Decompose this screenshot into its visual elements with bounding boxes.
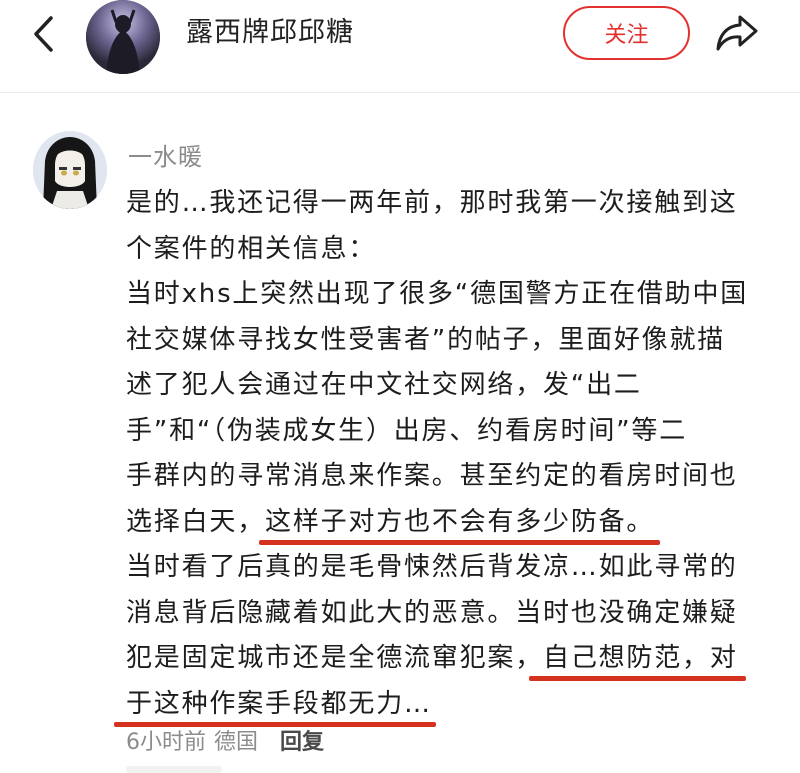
comment-text: 是的…我还记得一两年前，那时我第一次接触到这 个案件的相关信息： 当时xhs上突… <box>126 181 766 727</box>
comment-line: 当时xhs上突然出现了很多“德国警方正在借助中国 <box>126 279 749 309</box>
follow-button[interactable]: 关注 <box>563 6 690 60</box>
underlined-text: 于这种作案手段都无力… <box>126 688 432 719</box>
comment-time: 6小时前 <box>126 730 206 755</box>
underlined-text: 自己想防范，对 <box>543 643 738 673</box>
commenter-name[interactable]: 一水暖 <box>128 140 203 174</box>
reply-button[interactable]: 回复 <box>280 727 324 759</box>
commenter-avatar[interactable] <box>33 131 107 209</box>
share-button[interactable] <box>712 10 762 56</box>
avatar-image <box>86 0 160 74</box>
comment-line: 消息背后隐藏着如此大的恶意。当时也没确定嫌疑 <box>126 597 738 628</box>
back-button[interactable] <box>22 12 66 56</box>
comment-line: 个案件的相关信息： <box>126 233 377 264</box>
divider <box>126 766 222 773</box>
comment-line: 手群内的寻常消息来作案。甚至约定的看房时间也 <box>126 461 738 491</box>
comment-line: 犯是固定城市还是全德流窜犯案，自己想防范，对 <box>126 636 766 682</box>
line-text: 选择白天， <box>126 506 266 537</box>
comment-line: 选择白天，这样子对方也不会有多少防备。 <box>126 500 766 546</box>
comment-line: 社交媒体寻找女性受害者”的帖子，里面好像就描 <box>126 324 726 355</box>
line-text: 犯是固定城市还是全德流窜犯案， <box>126 643 544 673</box>
comment-line: 手”和“（伪装成女生）出房、约看房时间”等二 <box>126 415 688 446</box>
comment-line: 当时看了后真的是毛骨悚然后背发凉…如此寻常的 <box>126 552 738 582</box>
comment-line: 于这种作案手段都无力… <box>126 682 766 728</box>
underlined-text: 这样子对方也不会有多少防备。 <box>265 506 655 537</box>
comment-line: 述了犯人会通过在中文社交网络，发“出二 <box>126 370 642 400</box>
comment-line: 是的…我还记得一两年前，那时我第一次接触到这 <box>126 188 738 218</box>
chevron-left-icon <box>34 16 53 52</box>
author-avatar[interactable] <box>86 0 160 74</box>
avatar-image <box>33 131 107 209</box>
top-bar: 露西牌邱邱糖 关注 <box>0 0 800 93</box>
share-arrow-icon <box>716 15 758 51</box>
comment-location: 德国 <box>214 730 259 755</box>
author-name[interactable]: 露西牌邱邱糖 <box>186 13 354 53</box>
comment-meta: 6小时前 德国 回复 <box>126 727 324 759</box>
